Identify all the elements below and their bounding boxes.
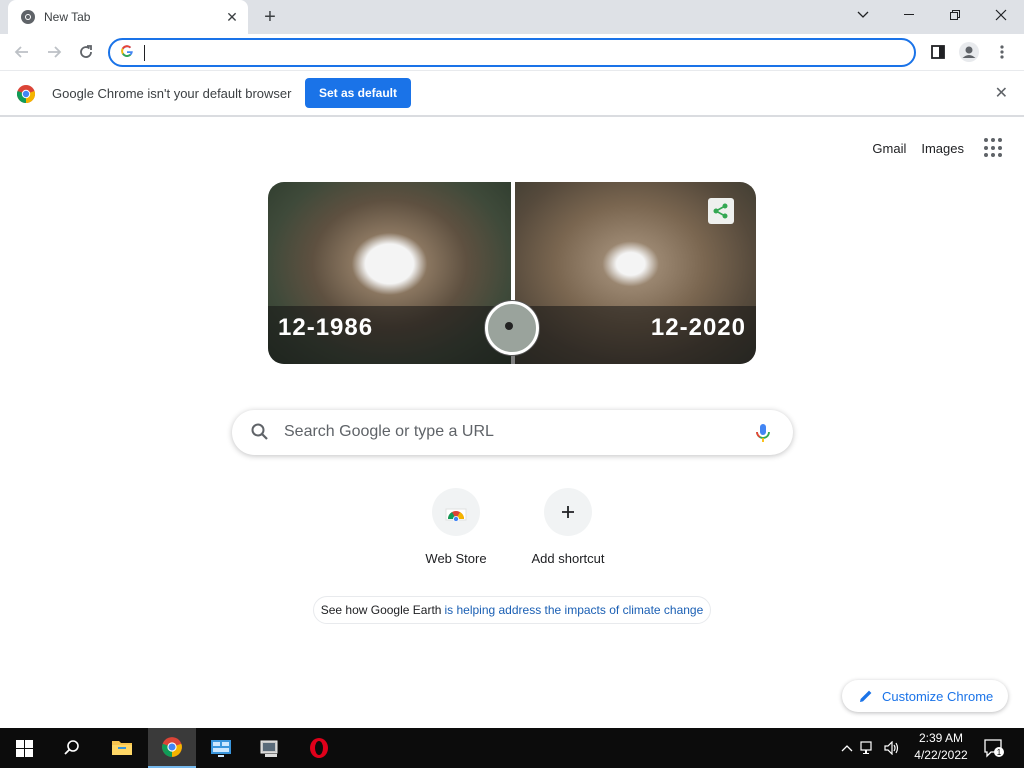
chrome-icon[interactable] (148, 728, 196, 768)
toolbar (0, 34, 1024, 71)
top-links: Gmail Images (872, 138, 1004, 158)
clock-time: 2:39 AM (918, 731, 964, 745)
shortcut-label: Web Store (425, 551, 487, 566)
device-manager-icon[interactable] (246, 728, 294, 768)
infobar-message: Google Chrome isn't your default browser (52, 86, 292, 101)
title-bar: New Tab ✕ + (0, 0, 1024, 34)
chrome-icon (20, 9, 36, 25)
back-icon[interactable] (8, 38, 36, 66)
tab-title: New Tab (44, 10, 91, 24)
globe-icon (485, 301, 539, 355)
google-apps-icon[interactable] (984, 138, 1004, 158)
reload-icon[interactable] (72, 38, 100, 66)
google-earth-promo-link[interactable]: See how Google Earth is helping address … (313, 596, 711, 624)
minimize-icon[interactable] (886, 0, 932, 30)
pencil-icon (858, 688, 874, 704)
clock-date: 4/22/2022 (914, 748, 968, 762)
search-input[interactable] (284, 420, 724, 444)
file-explorer-icon[interactable] (98, 728, 146, 768)
shortcut-label: Add shortcut (531, 551, 605, 566)
shortcut-web-store[interactable]: Web Store (400, 488, 512, 578)
web-store-icon (432, 488, 480, 536)
forward-icon[interactable] (40, 38, 68, 66)
set-as-default-button[interactable]: Set as default (305, 78, 411, 108)
omnibox[interactable] (108, 38, 916, 67)
new-tab-button[interactable]: + (258, 5, 282, 29)
notification-count: 1 (997, 748, 1002, 757)
promo-link-text[interactable]: is helping address the impacts of climat… (444, 603, 703, 617)
microphone-icon[interactable] (753, 422, 773, 444)
gmail-link[interactable]: Gmail (872, 141, 906, 156)
chevron-up-icon[interactable] (838, 744, 856, 752)
omnibox-caret (144, 44, 145, 61)
opera-icon[interactable] (295, 728, 343, 768)
chevron-down-icon[interactable] (840, 0, 886, 30)
windows-taskbar: 2:39 AM 4/22/2022 1 (0, 728, 1024, 768)
volume-icon[interactable] (880, 741, 904, 755)
google-g-icon (120, 44, 134, 61)
doodle-label-right: 12-2020 (650, 314, 746, 341)
close-icon[interactable] (978, 0, 1024, 30)
google-doodle[interactable]: 12-1986 12-2020 (268, 182, 756, 364)
doodle-label-left: 12-1986 (278, 314, 374, 341)
notification-center-icon[interactable]: 1 (972, 728, 1016, 768)
taskbar-clock[interactable]: 2:39 AM 4/22/2022 (906, 730, 976, 764)
more-menu-icon[interactable] (990, 40, 1014, 64)
start-icon[interactable] (0, 728, 48, 768)
shortcut-add[interactable]: Add shortcut (512, 488, 624, 578)
restore-icon[interactable] (932, 0, 978, 30)
search-box[interactable] (232, 410, 793, 455)
default-browser-infobar: Google Chrome isn't your default browser… (0, 71, 1024, 117)
tab-new-tab[interactable]: New Tab ✕ (8, 0, 248, 34)
share-icon[interactable] (708, 198, 734, 224)
control-panel-icon[interactable] (197, 728, 245, 768)
images-link[interactable]: Images (921, 141, 964, 156)
chrome-logo-icon (16, 84, 36, 104)
system-tray (838, 728, 904, 768)
plus-icon (544, 488, 592, 536)
network-icon[interactable] (856, 741, 880, 755)
promo-prefix: See how Google Earth (320, 603, 442, 617)
infobar-close-icon[interactable]: ✕ (995, 83, 1008, 103)
customize-chrome-label: Customize Chrome (882, 688, 994, 704)
search-icon[interactable] (48, 728, 96, 768)
search-icon (250, 422, 270, 442)
profile-avatar-icon[interactable] (957, 40, 981, 64)
tab-close-icon[interactable]: ✕ (222, 7, 242, 27)
side-panel-icon[interactable] (926, 40, 950, 64)
customize-chrome-button[interactable]: Customize Chrome (842, 680, 1008, 712)
